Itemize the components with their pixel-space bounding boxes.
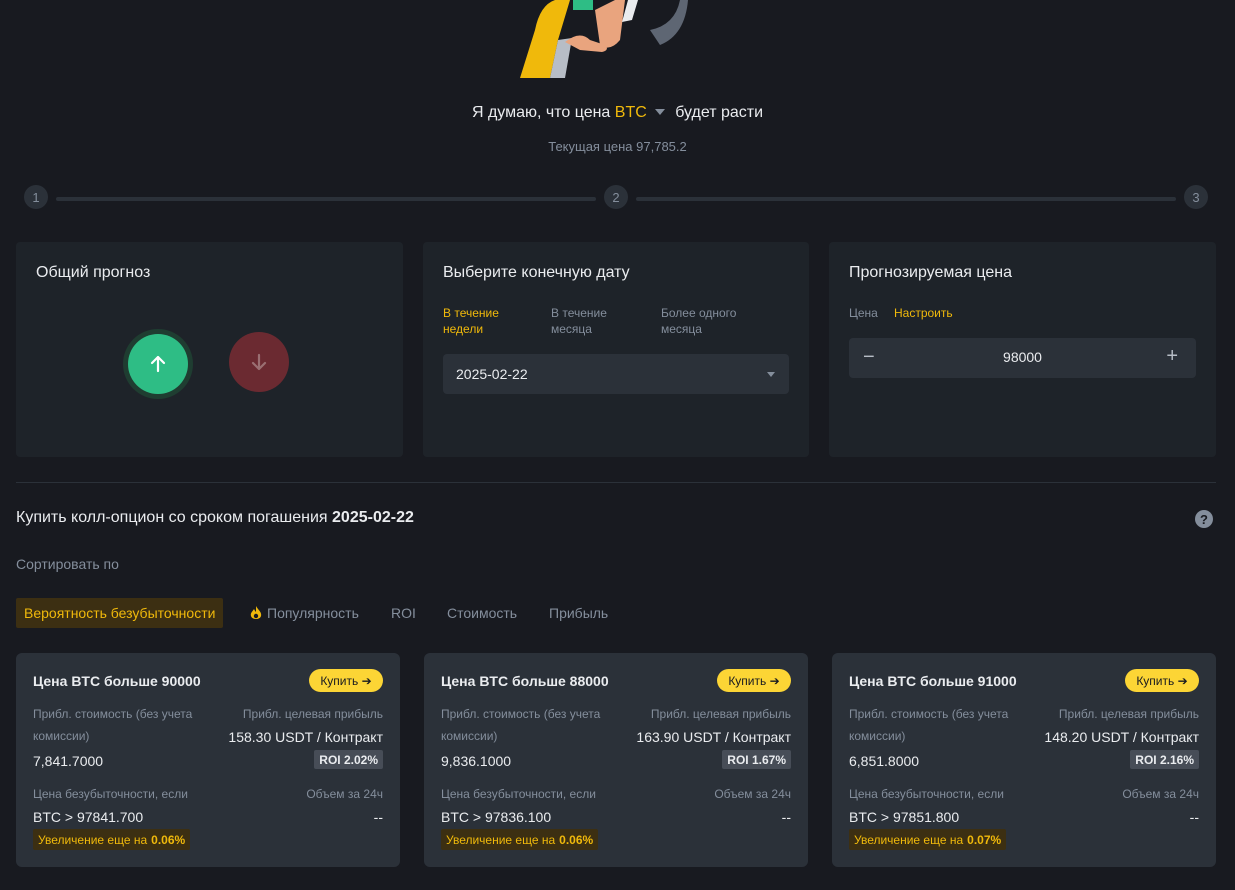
date-title: Выберите конечную дату (443, 264, 630, 281)
tab-month[interactable]: В течение месяца (551, 305, 631, 337)
increase-value: 0.06% (151, 832, 186, 847)
card-title: Цена BTC больше 91000 (849, 673, 1017, 689)
divider (16, 482, 1216, 483)
chevron-down-icon (767, 372, 775, 377)
section-title-prefix: Купить колл-опцион со сроком погашения (16, 509, 328, 526)
sort-tab-roi[interactable]: ROI (391, 598, 416, 628)
price-title: Прогнозируемая цена (849, 264, 1013, 281)
increase-label: Увеличение еще на (854, 832, 964, 847)
breakeven-label: Цена безубыточности, если (441, 787, 596, 801)
increase-label: Увеличение еще на (446, 832, 556, 847)
arrow-up-icon (150, 355, 166, 373)
buy-button[interactable]: Купить ➔ (717, 669, 791, 692)
buy-label: Купить (320, 673, 359, 688)
tab-price[interactable]: Цена (849, 305, 889, 321)
step-2: 2 (604, 185, 628, 209)
sort-tab-breakeven[interactable]: Вероятность безубыточности (16, 598, 224, 628)
breakeven-value: BTC > 97851.800 (849, 809, 960, 825)
option-card[interactable]: Цена BTC больше 91000 Купить ➔ Прибл. ст… (832, 653, 1216, 867)
tab-week[interactable]: В течение недели (443, 305, 523, 337)
tab-customize[interactable]: Настроить (894, 305, 974, 321)
step-1: 1 (24, 185, 48, 209)
profit-value: 148.20 USDT / Контракт (1044, 729, 1199, 745)
card-title: Цена BTC больше 88000 (441, 673, 609, 689)
price-input[interactable]: 98000 (849, 349, 1196, 365)
sort-tab-profit[interactable]: Прибыль (549, 598, 608, 628)
step-connector (56, 197, 596, 201)
step-3: 3 (1184, 185, 1208, 209)
headline-suffix: будет расти (675, 104, 764, 121)
arrow-right-icon: ➔ (361, 673, 372, 688)
breakeven-label: Цена безубыточности, если (849, 787, 1004, 801)
hero-illustration (520, 0, 688, 78)
roi-badge: ROI 2.02% (314, 750, 383, 769)
chevron-down-icon[interactable] (654, 108, 665, 115)
profit-label: Прибл. целевая прибыль (242, 707, 383, 721)
date-select[interactable]: 2025-02-22 (443, 354, 789, 394)
increase-badge: Увеличение еще на 0.06% (33, 829, 191, 850)
volume-label: Объем за 24ч (714, 787, 791, 801)
volume-value: -- (781, 809, 791, 825)
profit-value: 163.90 USDT / Контракт (636, 729, 791, 745)
volume-value: -- (1189, 809, 1199, 825)
section-title: Купить колл-опцион со сроком погашения 2… (16, 509, 414, 527)
headline-prefix: Я думаю, что цена (471, 104, 611, 121)
cost-label: Прибл. стоимость (без учета комиссии) (441, 707, 601, 743)
increase-badge: Увеличение еще на 0.07% (849, 829, 1007, 850)
cost-value: 7,841.7000 (33, 753, 104, 769)
tab-more-than-month[interactable]: Более одного месяца (661, 305, 761, 337)
breakeven-value: BTC > 97836.100 (441, 809, 552, 825)
profit-label: Прибл. целевая прибыль (1058, 707, 1199, 721)
forecast-down-button[interactable] (229, 332, 289, 392)
increase-badge: Увеличение еще на 0.06% (441, 829, 599, 850)
forecast-title: Общий прогноз (36, 264, 151, 281)
date-select-value: 2025-02-22 (456, 366, 528, 382)
volume-value: -- (373, 809, 383, 825)
cost-label: Прибл. стоимость (без учета комиссии) (849, 707, 1009, 743)
increase-value: 0.06% (559, 832, 594, 847)
flame-icon (250, 606, 262, 619)
hero-headline: Я думаю, что цена BTC будет расти (0, 104, 1235, 122)
arrow-right-icon: ➔ (1177, 673, 1188, 688)
price-stepper[interactable]: − 98000 + (849, 338, 1196, 378)
help-icon[interactable]: ? (1195, 510, 1213, 528)
increase-label: Увеличение еще на (38, 832, 148, 847)
volume-label: Объем за 24ч (1122, 787, 1199, 801)
current-price: Текущая цена 97,785.2 (548, 139, 687, 154)
volume-label: Объем за 24ч (306, 787, 383, 801)
buy-button[interactable]: Купить ➔ (309, 669, 383, 692)
card-title: Цена BTC больше 90000 (33, 673, 201, 689)
breakeven-label: Цена безубыточности, если (33, 787, 188, 801)
buy-button[interactable]: Купить ➔ (1125, 669, 1199, 692)
arrow-right-icon: ➔ (769, 673, 780, 688)
cost-value: 6,851.8000 (849, 753, 920, 769)
cost-value: 9,836.1000 (441, 753, 512, 769)
sort-tab-cost[interactable]: Стоимость (447, 598, 517, 628)
profit-value: 158.30 USDT / Контракт (228, 729, 383, 745)
arrow-down-icon (251, 353, 267, 371)
asset-selector[interactable]: BTC (615, 104, 647, 121)
step-connector (636, 197, 1176, 201)
profit-label: Прибл. целевая прибыль (650, 707, 791, 721)
roi-badge: ROI 2.16% (1130, 750, 1199, 769)
sort-tab-popularity[interactable]: Популярность (249, 598, 359, 628)
roi-badge: ROI 1.67% (722, 750, 791, 769)
breakeven-value: BTC > 97841.700 (33, 809, 144, 825)
option-card[interactable]: Цена BTC больше 88000 Купить ➔ Прибл. ст… (424, 653, 808, 867)
increase-value: 0.07% (967, 832, 1002, 847)
sort-label: Сортировать по (16, 556, 119, 572)
buy-label: Купить (728, 673, 767, 688)
cost-label: Прибл. стоимость (без учета комиссии) (33, 707, 193, 743)
option-card[interactable]: Цена BTC больше 90000 Купить ➔ Прибл. ст… (16, 653, 400, 867)
sort-tab-popularity-label: Популярность (267, 605, 359, 621)
section-title-date: 2025-02-22 (332, 509, 414, 526)
plus-icon[interactable]: + (1166, 345, 1178, 368)
buy-label: Купить (1136, 673, 1175, 688)
forecast-up-button[interactable] (128, 334, 188, 394)
